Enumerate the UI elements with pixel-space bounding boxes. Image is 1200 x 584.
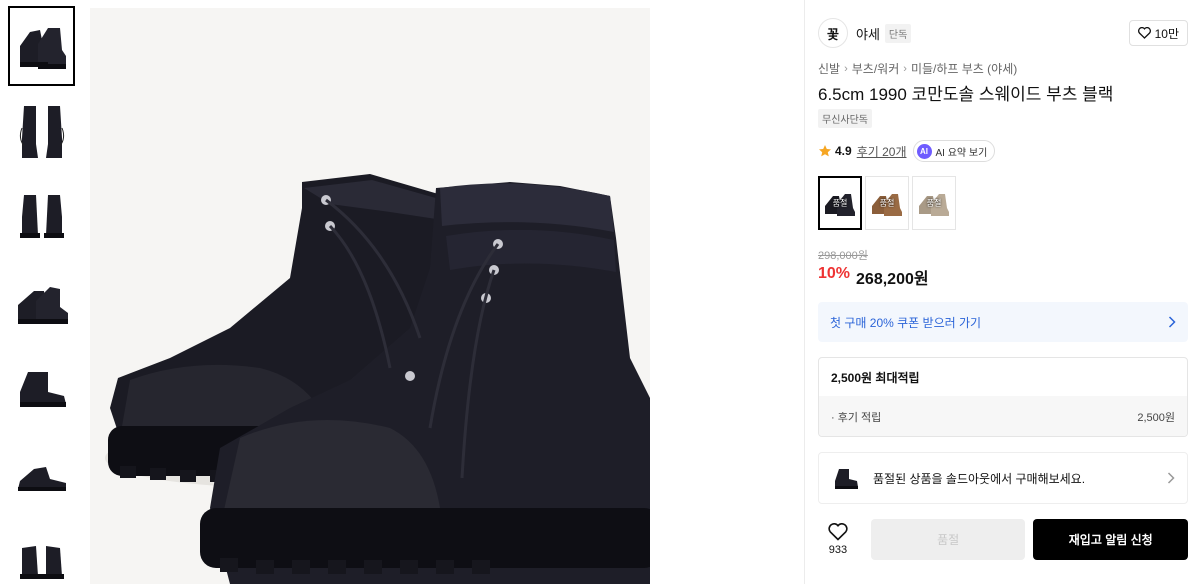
chevron-right-icon: › <box>903 62 907 75</box>
boot-front-image <box>19 106 64 158</box>
breadcrumb: 신발 › 부츠/워커 › 미들/하프 부츠 (야세) <box>818 60 1017 77</box>
boot-angle-image <box>17 287 68 324</box>
breadcrumb-item-mid-boots[interactable]: 미들/하프 부츠 (야세) <box>911 60 1017 77</box>
boot-pair-image <box>19 28 66 69</box>
thumbnail-3[interactable] <box>8 176 75 256</box>
purchase-bar: 933 품절 재입고 알림 신청 <box>818 518 1189 560</box>
boot-icon <box>835 469 858 489</box>
brand-logo[interactable]: 꽃 <box>818 18 848 48</box>
color-options: 품절 품절 품절 <box>818 176 959 230</box>
thumbnail-4[interactable] <box>8 261 75 341</box>
product-title: 6.5cm 1990 코만도솔 스웨이드 부츠 블랙 <box>818 85 1114 104</box>
thumbnail-2[interactable] <box>8 91 75 171</box>
color-option-beige[interactable]: 품절 <box>912 176 956 230</box>
chevron-right-icon: › <box>844 62 848 75</box>
boot-back-image <box>19 195 64 238</box>
main-product-image <box>90 8 650 584</box>
product-info-panel: 꽃 야세 단독 10만 신발 › 부츠/워커 › 미들/하프 부츠 (야세) 6… <box>804 0 1200 584</box>
rating-row: 4.9 후기 20개 AI AI 요약 보기 <box>818 140 996 162</box>
boot-pair-main-image <box>105 174 650 584</box>
boot-profile-image <box>17 467 66 491</box>
brand-exclusive-badge: 단독 <box>884 23 912 43</box>
final-price: 268,200원 <box>856 271 929 288</box>
soldout-market-label: 품절된 상품을 솔드아웃에서 구매해보세요. <box>873 471 1086 486</box>
chevron-right-icon <box>1167 472 1175 484</box>
review-points-label: · 후기 적립 <box>831 411 882 424</box>
thumbnail-6[interactable] <box>8 431 75 511</box>
boot-top-image <box>19 546 64 579</box>
coupon-label: 첫 구매 20% 쿠폰 받으러 가기 <box>830 315 982 330</box>
ai-icon: AI <box>916 143 932 159</box>
color-option-black[interactable]: 품절 <box>818 176 862 230</box>
heart-icon <box>1137 27 1151 39</box>
coupon-banner[interactable]: 첫 구매 20% 쿠폰 받으러 가기 <box>818 302 1188 342</box>
like-button[interactable]: 10만 <box>1128 20 1188 46</box>
color-option-brown[interactable]: 품절 <box>865 176 909 230</box>
exclusive-tag: 무신사단독 <box>818 109 872 128</box>
points-box: 2,500원 최대적립 · 후기 적립 2,500원 <box>818 357 1188 437</box>
wishlist-button[interactable]: 933 <box>818 522 858 556</box>
discount-rate: 10% <box>818 265 851 282</box>
brand-row[interactable]: 꽃 야세 단독 <box>818 18 912 48</box>
like-count: 10만 <box>1154 26 1179 41</box>
soldout-button: 품절 <box>870 518 1026 560</box>
boot-side-image <box>19 372 66 407</box>
heart-icon <box>828 522 848 541</box>
brand-name[interactable]: 야세 <box>856 24 880 43</box>
soldout-market-banner[interactable]: 품절된 상품을 솔드아웃에서 구매해보세요. <box>818 452 1188 504</box>
ai-summary-label: AI 요약 보기 <box>935 147 988 159</box>
max-points: 2,500원 최대적립 <box>831 370 920 385</box>
rating-score: 4.9 <box>835 144 852 158</box>
wishlist-count: 933 <box>828 543 848 556</box>
restock-alert-button[interactable]: 재입고 알림 신청 <box>1033 518 1189 560</box>
original-price: 298,000원 <box>818 250 868 262</box>
star-icon <box>819 145 831 157</box>
chevron-right-icon <box>1168 316 1176 328</box>
review-points-row: · 후기 적립 2,500원 <box>819 396 1187 436</box>
soldout-label: 품절 <box>926 198 942 208</box>
breadcrumb-item-shoes[interactable]: 신발 <box>818 60 840 77</box>
soldout-label: 품절 <box>879 198 895 208</box>
thumbnail-1[interactable] <box>8 6 75 86</box>
thumbnail-list <box>8 6 76 584</box>
thumbnail-7[interactable] <box>8 516 75 584</box>
thumbnail-5[interactable] <box>8 346 75 426</box>
soldout-label: 품절 <box>832 198 848 208</box>
reviews-link[interactable]: 후기 20개 <box>857 143 907 160</box>
ai-summary-button[interactable]: AI AI 요약 보기 <box>912 140 996 162</box>
review-points-value: 2,500원 <box>1137 411 1175 424</box>
price-row: 10% 268,200원 <box>818 265 929 289</box>
breadcrumb-item-boots[interactable]: 부츠/워커 <box>852 60 900 77</box>
